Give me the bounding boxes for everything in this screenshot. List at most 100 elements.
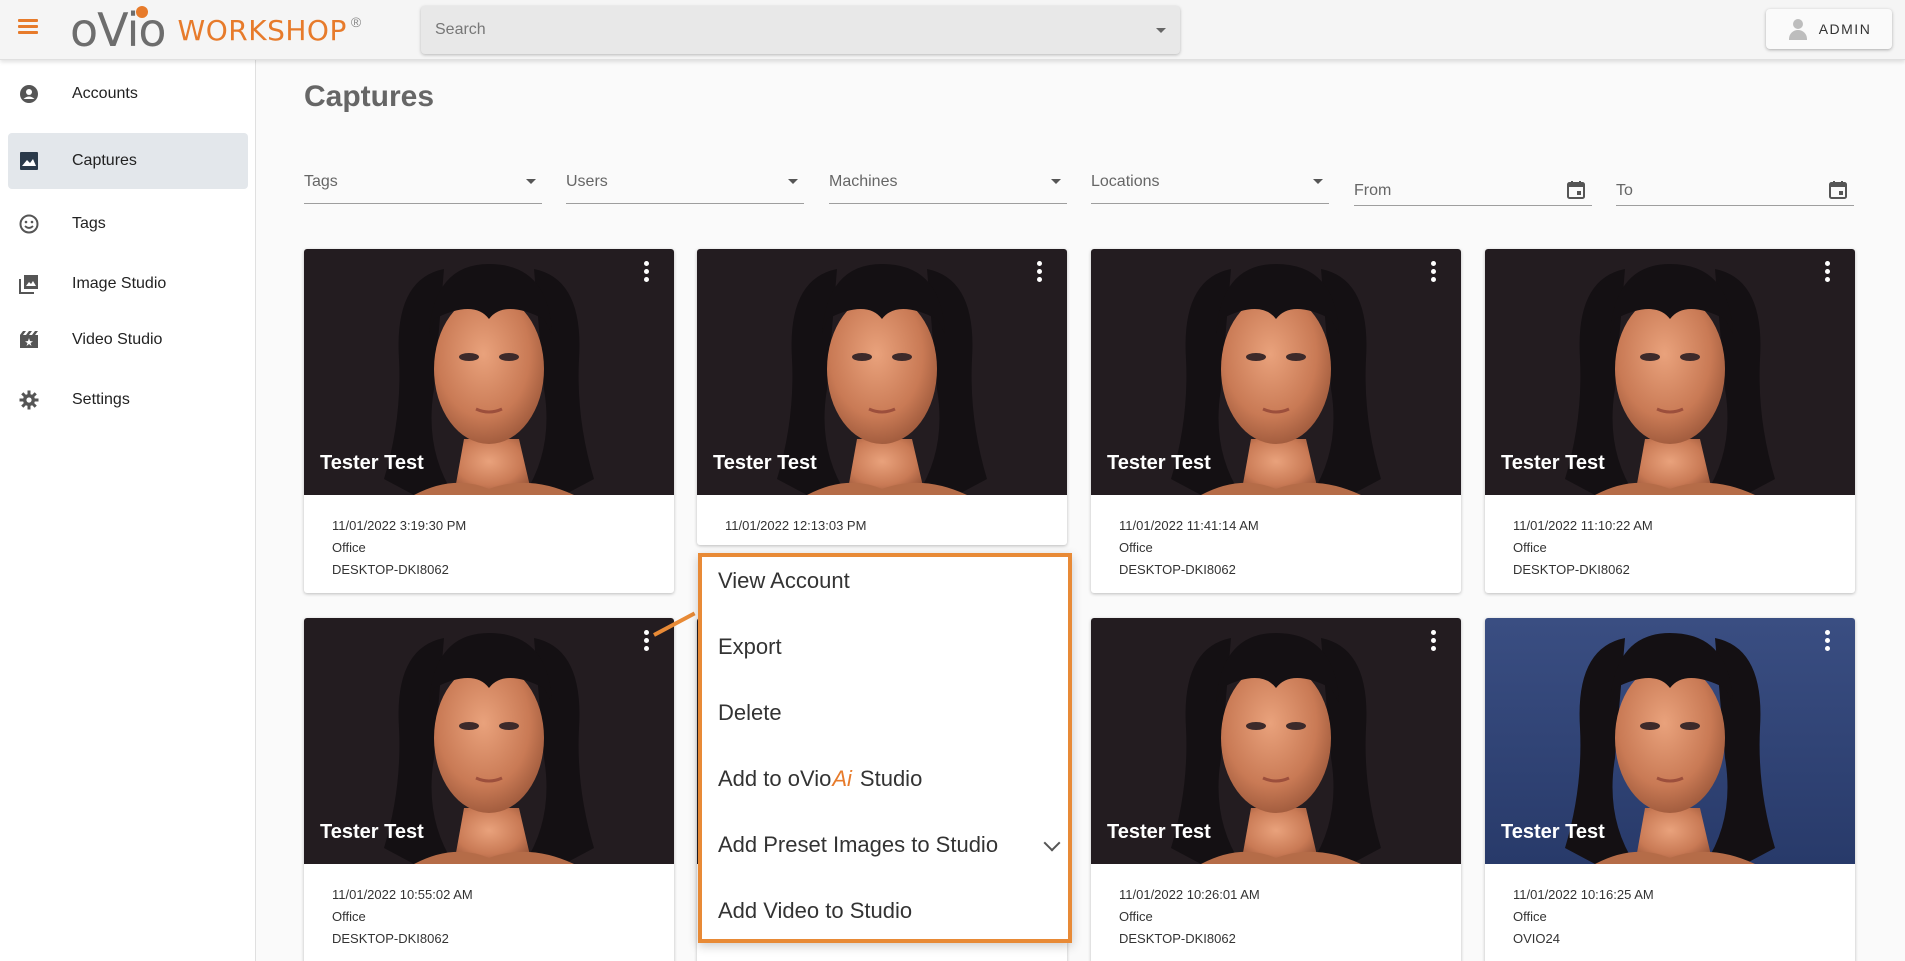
user-label: ADMIN	[1818, 21, 1872, 37]
hamburger-menu-icon[interactable]	[14, 16, 42, 44]
menu-item-label-suffix: Studio	[859, 766, 923, 791]
capture-machine: DESKTOP-DKI8062	[1119, 931, 1236, 946]
more-vert-icon[interactable]	[640, 628, 652, 654]
capture-card[interactable]: Tester Test 11/01/2022 11:10:22 AM Offic…	[1485, 249, 1855, 593]
image-icon	[18, 150, 40, 172]
menu-item-delete[interactable]: Delete	[718, 693, 1058, 733]
capture-machine: OVIO24	[1513, 931, 1560, 946]
capture-details: 11/01/2022 12:13:03 PM	[697, 495, 1067, 545]
sidebar-item-label: Image Studio	[72, 275, 167, 292]
app-logo[interactable]: oVio WORKSHOP ®	[70, 6, 361, 54]
sidebar-item-label: Captures	[72, 152, 137, 169]
capture-details: 11/01/2022 11:41:14 AM Office DESKTOP-DK…	[1091, 495, 1461, 593]
capture-name: Tester Test	[1107, 452, 1211, 474]
gear-icon	[18, 389, 40, 411]
from-date-field[interactable]: From	[1354, 160, 1592, 206]
movie-filter-icon	[18, 329, 40, 351]
logo-text: WORKSHOP	[177, 13, 347, 47]
menu-item-add-video[interactable]: Add Video to Studio	[718, 891, 1058, 931]
capture-details: 11/01/2022 10:26:01 AM Office DESKTOP-DK…	[1091, 864, 1461, 961]
more-vert-icon[interactable]	[1427, 259, 1439, 285]
capture-location: Office	[1513, 540, 1547, 555]
capture-datetime: 11/01/2022 10:55:02 AM	[332, 887, 473, 902]
chevron-down-icon	[1051, 179, 1061, 184]
capture-datetime: 11/01/2022 10:26:01 AM	[1119, 887, 1260, 902]
sidebar-item-image-studio[interactable]: Image Studio	[8, 256, 248, 312]
capture-datetime: 11/01/2022 11:41:14 AM	[1119, 518, 1259, 533]
sidebar: Accounts Captures Tags Image Studio Vide…	[0, 60, 256, 961]
logo-dot	[136, 6, 148, 18]
tags-filter[interactable]: Tags	[304, 160, 542, 204]
more-vert-icon[interactable]	[640, 259, 652, 285]
capture-thumbnail[interactable]: Tester Test	[1091, 618, 1461, 864]
sidebar-item-accounts[interactable]: Accounts	[8, 66, 248, 122]
capture-card[interactable]: Tester Test 11/01/2022 11:41:14 AM Offic…	[1091, 249, 1461, 593]
capture-name: Tester Test	[1501, 821, 1605, 843]
capture-thumbnail[interactable]: Tester Test	[1091, 249, 1461, 495]
capture-details: 11/01/2022 3:19:30 PM Office DESKTOP-DKI…	[304, 495, 674, 593]
chevron-down-icon	[526, 179, 536, 184]
capture-card[interactable]: Tester Test 11/01/2022 3:19:30 PM Office…	[304, 249, 674, 593]
more-vert-icon[interactable]	[1821, 628, 1833, 654]
chevron-down-icon[interactable]	[1156, 27, 1166, 33]
menu-item-add-preset-images[interactable]: Add Preset Images to Studio	[718, 825, 1061, 865]
more-vert-icon[interactable]	[1821, 259, 1833, 285]
capture-name: Tester Test	[1107, 821, 1211, 843]
photo-library-icon	[18, 273, 40, 295]
capture-thumbnail[interactable]: Tester Test	[304, 618, 674, 864]
search-bar[interactable]	[421, 6, 1180, 54]
capture-card[interactable]: Tester Test 11/01/2022 10:26:01 AM Offic…	[1091, 618, 1461, 961]
capture-details: 11/01/2022 11:10:22 AM Office DESKTOP-DK…	[1485, 495, 1855, 593]
capture-datetime: 11/01/2022 11:10:22 AM	[1513, 518, 1653, 533]
machines-filter[interactable]: Machines	[829, 160, 1067, 204]
more-vert-icon[interactable]	[1427, 628, 1439, 654]
chevron-down-icon[interactable]	[1043, 834, 1061, 852]
locations-filter[interactable]: Locations	[1091, 160, 1329, 204]
menu-item-label-ai: Ai	[832, 766, 852, 791]
sidebar-item-label: Accounts	[72, 85, 138, 102]
capture-machine: DESKTOP-DKI8062	[332, 931, 449, 946]
search-input[interactable]	[435, 21, 1156, 39]
menu-item-add-to-ai-studio[interactable]: Add to oVio Ai Studio	[718, 759, 1058, 799]
capture-thumbnail[interactable]: Tester Test	[1485, 249, 1855, 495]
capture-location: Office	[1513, 909, 1547, 924]
date-label: From	[1354, 181, 1392, 199]
capture-location: Office	[1119, 909, 1153, 924]
capture-datetime: 11/01/2022 12:13:03 PM	[725, 518, 867, 533]
sidebar-item-video-studio[interactable]: Video Studio	[8, 312, 248, 368]
capture-thumbnail[interactable]: Tester Test	[1485, 618, 1855, 864]
sidebar-item-tags[interactable]: Tags	[8, 196, 248, 252]
user-menu-button[interactable]: ADMIN	[1766, 9, 1892, 49]
sidebar-item-settings[interactable]: Settings	[8, 372, 248, 428]
filter-label: Locations	[1091, 172, 1160, 190]
sidebar-item-label: Video Studio	[72, 331, 163, 348]
capture-datetime: 11/01/2022 3:19:30 PM	[332, 518, 467, 533]
users-filter[interactable]: Users	[566, 160, 804, 204]
page-title: Captures	[304, 80, 435, 113]
account-circle-icon	[18, 83, 40, 105]
capture-card[interactable]: Tester Test 11/01/2022 12:13:03 PM	[697, 249, 1067, 545]
capture-name: Tester Test	[320, 452, 424, 474]
registered-mark: ®	[350, 14, 362, 30]
calendar-icon[interactable]	[1566, 180, 1586, 200]
chevron-down-icon	[1313, 179, 1323, 184]
capture-card[interactable]: Tester Test 11/01/2022 10:16:25 AM Offic…	[1485, 618, 1855, 961]
to-date-field[interactable]: To	[1616, 160, 1854, 206]
sidebar-item-captures[interactable]: Captures	[8, 133, 248, 189]
calendar-icon[interactable]	[1828, 180, 1848, 200]
capture-details: 11/01/2022 10:55:02 AM Office DESKTOP-DK…	[304, 864, 674, 961]
avatar-icon	[1787, 17, 1809, 41]
capture-location: Office	[332, 909, 366, 924]
sidebar-item-label: Settings	[72, 391, 130, 408]
capture-thumbnail[interactable]: Tester Test	[697, 249, 1067, 495]
filter-label: Machines	[829, 172, 898, 190]
menu-item-export[interactable]: Export	[718, 627, 1058, 667]
capture-name: Tester Test	[320, 821, 424, 843]
capture-card[interactable]: Tester Test 11/01/2022 10:55:02 AM Offic…	[304, 618, 674, 961]
capture-thumbnail[interactable]: Tester Test	[304, 249, 674, 495]
logo-mark: oVio	[70, 3, 167, 57]
capture-name: Tester Test	[1501, 452, 1605, 474]
menu-item-view-account[interactable]: View Account	[718, 561, 1058, 601]
more-vert-icon[interactable]	[1033, 259, 1045, 285]
chevron-down-icon	[788, 179, 798, 184]
